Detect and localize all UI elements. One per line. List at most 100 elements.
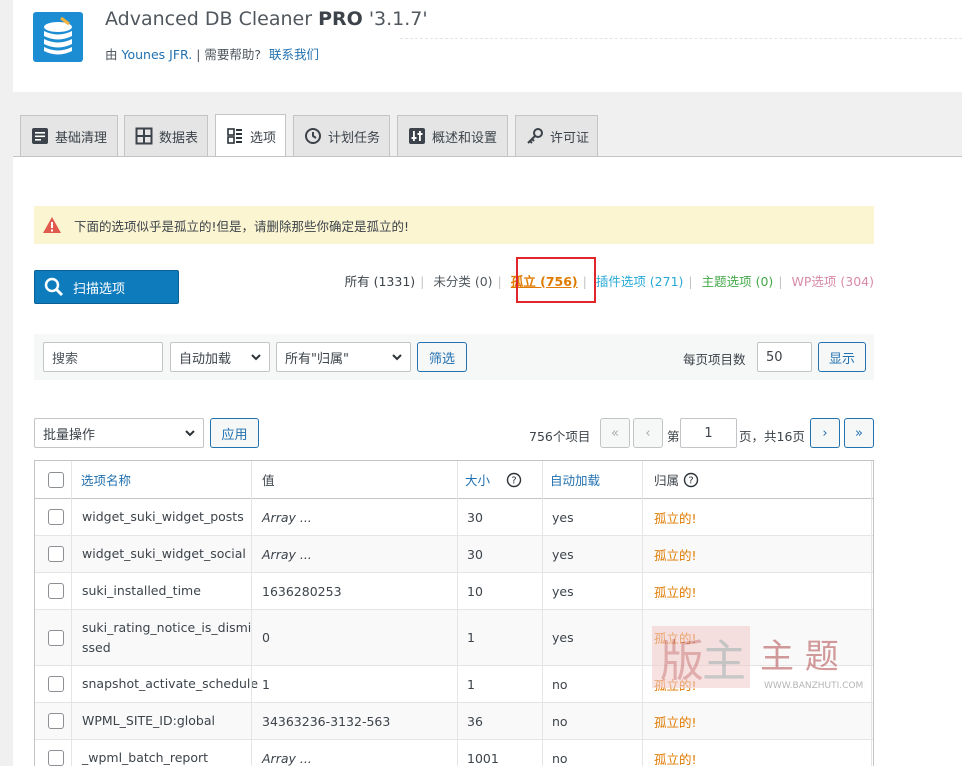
header-autoload[interactable]: 自动加载 <box>550 461 600 498</box>
page-prefix: 第 <box>667 429 680 444</box>
warning-icon <box>43 217 61 233</box>
table-row: snapshot_activate_schedule 1 1 no 孤立的! <box>35 666 873 703</box>
option-size: 1 <box>467 676 475 692</box>
option-belongs: 孤立的! <box>654 584 697 600</box>
plugin-title: Advanced DB Cleaner PRO '3.1.7' <box>105 8 428 30</box>
option-size: 10 <box>467 583 483 599</box>
warning-notice: 下面的选项似乎是孤立的!但是，请删除那些你确定是孤立的! <box>34 206 874 244</box>
show-button[interactable]: 显示 <box>818 342 866 372</box>
option-size: 1001 <box>467 750 499 766</box>
autoload-select[interactable]: 自动加载 <box>170 342 270 372</box>
option-name: WPML_SITE_ID:global <box>82 713 215 728</box>
chevron-down-icon <box>392 354 402 361</box>
header-size[interactable]: 大小 ? <box>465 461 522 498</box>
prev-page-button[interactable]: ‹ <box>633 418 663 448</box>
option-autoload: yes <box>552 583 574 599</box>
option-name: _wpml_batch_report <box>82 750 209 765</box>
option-value[interactable]: Array ... <box>262 536 312 572</box>
header-option-name[interactable]: 选项名称 <box>81 461 131 498</box>
filter-all[interactable]: 所有 (1331) <box>345 271 416 290</box>
table-row: widget_suki_widget_posts Array ... 30 yes 孤立… <box>35 499 873 536</box>
belongs-select[interactable]: 所有"归属" <box>276 342 411 372</box>
options-icon <box>227 128 242 144</box>
option-name: snapshot_activate_schedule <box>82 676 259 691</box>
tab-tables[interactable]: 数据表 <box>124 115 208 156</box>
header-belongs: 归属 ? <box>654 461 699 498</box>
row-checkbox[interactable] <box>48 676 64 692</box>
option-autoload: no <box>552 676 568 692</box>
table-header: 选项名称 值 大小 ? 自动加载 归属 ? <box>35 461 873 499</box>
filter-plugin[interactable]: 插件选项 (271) <box>596 271 684 290</box>
option-autoload: yes <box>552 630 574 645</box>
header-value: 值 <box>262 473 275 488</box>
contact-link[interactable]: 联系我们 <box>269 47 319 62</box>
first-page-button[interactable]: « <box>600 418 630 448</box>
search-icon <box>44 277 64 297</box>
option-belongs: 孤立的! <box>654 547 697 563</box>
current-page-input[interactable]: 1 <box>680 418 737 448</box>
key-icon <box>527 128 543 144</box>
option-value: 1636280253 <box>262 583 342 599</box>
tab-overview-settings[interactable]: 概述和设置 <box>397 115 508 156</box>
per-page-input[interactable]: 50 <box>757 342 812 372</box>
table-row: suki_installed_time 1636280253 10 yes 孤立的! <box>35 573 873 610</box>
database-icon <box>44 16 72 55</box>
option-size: 30 <box>467 509 483 525</box>
option-name: widget_suki_widget_social <box>82 546 246 561</box>
plugin-byline: 由 Younes JFR. | 需要帮助? 联系我们 <box>105 47 319 62</box>
option-value: 1 <box>262 676 270 692</box>
bulk-action-select[interactable]: 批量操作 <box>34 418 204 448</box>
options-table: 选项名称 值 大小 ? 自动加载 归属 ? widget_suki_widget… <box>34 460 874 766</box>
table-row: suki_rating_notice_is_dismi ssed 0 1 yes 孤立的! <box>35 610 873 666</box>
row-checkbox[interactable] <box>48 583 64 599</box>
settings-icon <box>409 128 425 144</box>
per-page-label: 每页项目数 <box>683 352 746 367</box>
author-link[interactable]: Younes JFR. <box>121 47 192 62</box>
option-name: suki_installed_time <box>82 583 201 598</box>
option-belongs: 孤立的! <box>654 631 697 646</box>
option-value[interactable]: Array ... <box>262 499 312 535</box>
chevron-down-icon <box>185 430 195 437</box>
scan-options-button[interactable]: 扫描选项 <box>34 270 179 304</box>
table-row: _wpml_batch_report Array ... 1001 no 孤立的! <box>35 740 873 766</box>
option-belongs: 孤立的! <box>654 751 697 766</box>
option-size: 30 <box>467 546 483 562</box>
option-belongs: 孤立的! <box>654 677 697 693</box>
next-page-button[interactable]: › <box>810 418 840 448</box>
table-row: widget_suki_widget_social Array ... 30 yes 孤… <box>35 536 873 573</box>
last-page-button[interactable]: » <box>844 418 874 448</box>
search-input[interactable]: 搜索 <box>43 342 163 372</box>
option-name: widget_suki_widget_posts <box>82 509 244 524</box>
tab-license[interactable]: 许可证 <box>515 115 598 156</box>
apply-button[interactable]: 应用 <box>210 418 259 448</box>
option-value: 0 <box>262 630 270 645</box>
svg-text:?: ? <box>511 475 516 486</box>
row-checkbox[interactable] <box>48 713 64 729</box>
row-checkbox[interactable] <box>48 629 64 646</box>
option-size: 36 <box>467 713 483 729</box>
select-all-checkbox[interactable] <box>48 471 64 488</box>
row-checkbox[interactable] <box>48 509 64 525</box>
tab-scheduled-tasks[interactable]: 计划任务 <box>293 115 390 156</box>
option-autoload: yes <box>552 546 574 562</box>
option-autoload: no <box>552 750 568 766</box>
plugin-logo <box>33 12 83 62</box>
option-name: suki_rating_notice_is_dismi ssed <box>82 619 252 655</box>
filter-uncategorized[interactable]: 未分类 (0) <box>433 271 492 290</box>
tab-options[interactable]: 选项 <box>215 114 286 157</box>
tab-basic-cleanup[interactable]: 基础清理 <box>20 115 118 156</box>
filter-button[interactable]: 筛选 <box>417 342 467 372</box>
table-row: WPML_SITE_ID:global 34363236-3132-563 36 no… <box>35 703 873 740</box>
option-value[interactable]: Array ... <box>262 740 312 766</box>
filter-theme[interactable]: 主题选项 (0) <box>702 271 774 290</box>
filter-wp[interactable]: WP选项 (304) <box>792 271 874 290</box>
help-icon[interactable]: ? <box>506 472 522 488</box>
row-checkbox[interactable] <box>48 546 64 562</box>
list-icon <box>32 128 48 144</box>
help-icon[interactable]: ? <box>683 472 699 488</box>
option-filters: 所有 (1331) | 未分类 (0) | 孤立 (756) | 插件选项 (271)… <box>345 271 874 290</box>
option-autoload: yes <box>552 509 574 525</box>
row-checkbox[interactable] <box>48 750 64 766</box>
option-autoload: no <box>552 713 568 729</box>
option-belongs: 孤立的! <box>654 510 697 526</box>
